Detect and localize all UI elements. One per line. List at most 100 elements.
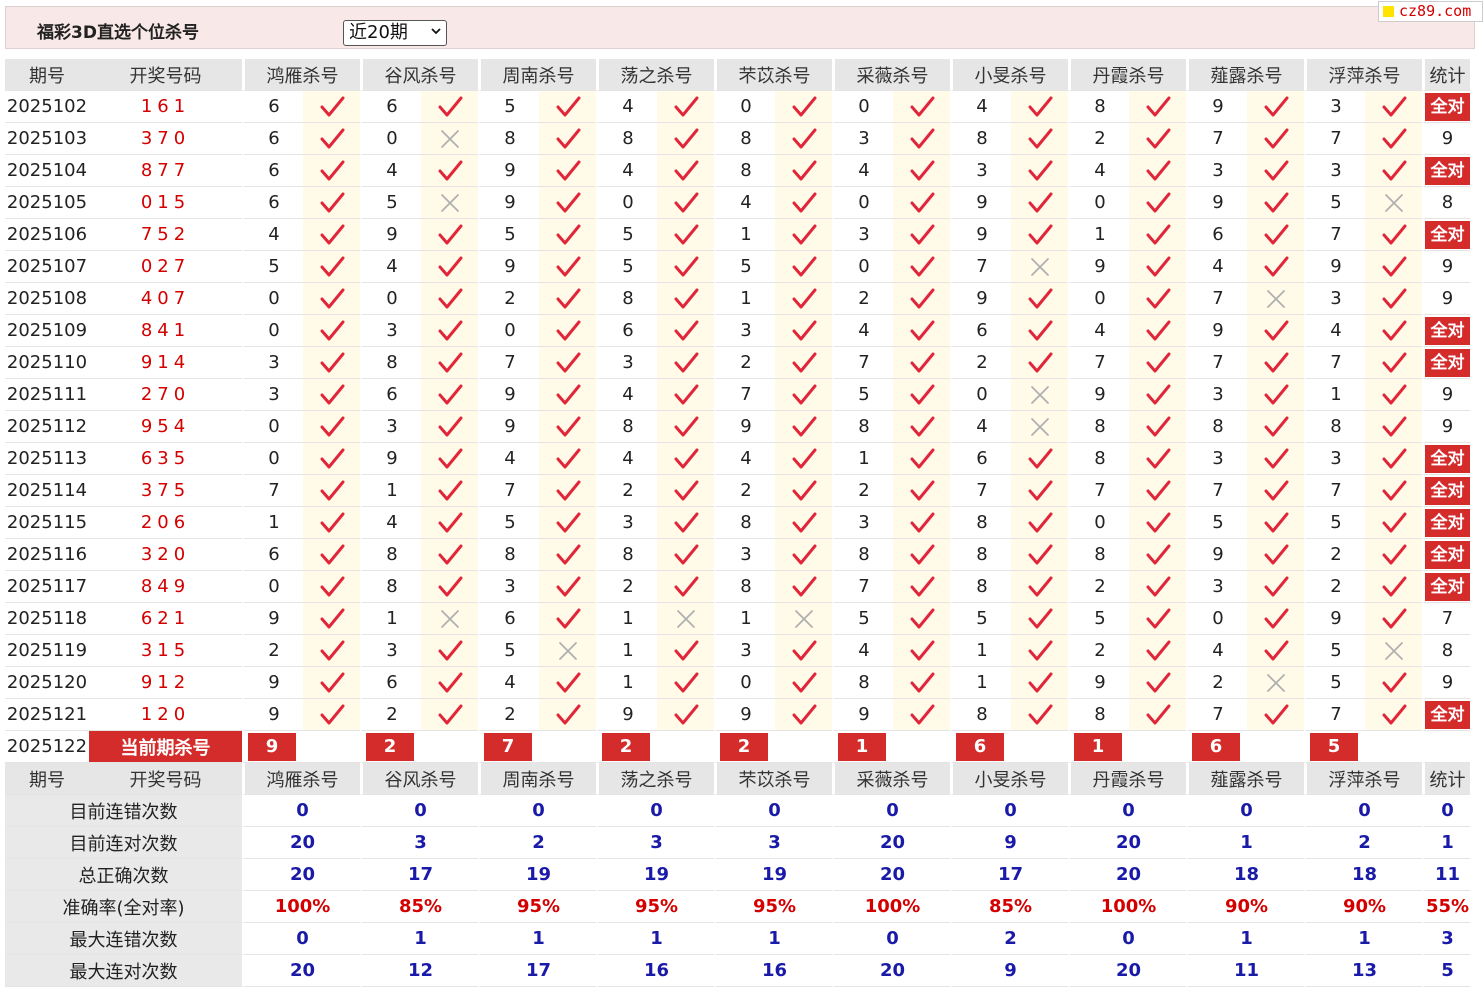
hit-mark: [539, 475, 596, 507]
site-logo[interactable]: cz89.com: [1378, 1, 1483, 22]
current-kill-badge: 6: [1192, 732, 1240, 761]
hit-mark: [657, 315, 714, 347]
all-correct-badge: 全对: [1425, 316, 1470, 345]
check-icon: [1028, 544, 1052, 564]
kill-number: 3: [950, 155, 1011, 187]
kill-number: 4: [596, 443, 657, 475]
hit-mark: [1129, 699, 1186, 731]
kill-number: 6: [950, 315, 1011, 347]
kill-number: 5: [478, 91, 539, 123]
kill-number: 6: [596, 315, 657, 347]
period-id: 2025106: [5, 219, 89, 251]
column-header: 采薇杀号: [832, 763, 950, 795]
check-icon: [792, 672, 816, 692]
check-icon: [556, 672, 580, 692]
check-icon: [438, 704, 462, 724]
hit-mark: [1011, 379, 1068, 411]
kill-number: 9: [478, 411, 539, 443]
summary-value: 9: [950, 955, 1068, 987]
check-icon: [1382, 512, 1406, 532]
summary-value: 0: [1304, 795, 1422, 827]
hit-mark: [303, 219, 360, 251]
check-icon: [1146, 416, 1170, 436]
hit-mark: [1011, 155, 1068, 187]
table-row: 2025108 407 0 0 2 8 1 2 9 0 7 3 9: [5, 283, 1470, 315]
kill-number: 4: [478, 443, 539, 475]
kill-number: 1: [360, 603, 421, 635]
hit-mark: [775, 187, 832, 219]
table-row: 2025109 841 0 3 0 6 3 4 6 4 9 4 全对: [5, 315, 1470, 347]
draw-number: 375: [89, 475, 242, 507]
hit-mark: [539, 635, 596, 667]
check-icon: [320, 96, 344, 116]
period-id: 2025115: [5, 507, 89, 539]
kill-number: 0: [242, 315, 303, 347]
check-icon: [674, 640, 698, 660]
hit-mark: [1365, 699, 1422, 731]
kill-number: 2: [596, 571, 657, 603]
kill-number: 7: [242, 475, 303, 507]
check-icon: [556, 704, 580, 724]
all-correct-badge: 全对: [1425, 348, 1470, 377]
summary-label: 目前连对次数: [5, 827, 242, 859]
cross-icon: [1030, 417, 1049, 436]
hit-mark: [421, 283, 478, 315]
check-icon: [1264, 160, 1288, 180]
hit-mark: [539, 379, 596, 411]
kill-number: 4: [832, 155, 893, 187]
kill-number: 5: [1304, 635, 1365, 667]
row-stat: 8: [1422, 635, 1470, 667]
hit-mark: [1011, 347, 1068, 379]
hit-mark: [539, 347, 596, 379]
summary-value: 20: [1068, 955, 1186, 987]
hit-mark: [775, 539, 832, 571]
kill-number: 1: [242, 507, 303, 539]
check-icon: [674, 576, 698, 596]
draw-number: 621: [89, 603, 242, 635]
hit-mark: [1365, 219, 1422, 251]
hit-mark: [1247, 219, 1304, 251]
hit-mark: [303, 91, 360, 123]
summary-value: 19: [478, 859, 596, 891]
kill-number: 7: [1304, 475, 1365, 507]
check-icon: [1028, 576, 1052, 596]
summary-stat: 0: [1422, 795, 1470, 827]
check-icon: [910, 576, 934, 596]
period-id: 2025107: [5, 251, 89, 283]
hit-mark: [421, 315, 478, 347]
check-icon: [1028, 640, 1052, 660]
check-icon: [556, 512, 580, 532]
kill-number: 3: [596, 347, 657, 379]
hit-mark: [1247, 187, 1304, 219]
kill-number: 5: [478, 635, 539, 667]
summary-label: 最大连对次数: [5, 955, 242, 987]
current-kill-badge: 7: [484, 732, 532, 761]
hit-mark: [1011, 667, 1068, 699]
table-row: 2025118 621 9 1 6 1 1 5 5 5 0 9 7: [5, 603, 1470, 635]
hit-mark: [1011, 283, 1068, 315]
kill-number: 2: [596, 475, 657, 507]
hit-mark: [893, 219, 950, 251]
column-header: 统计: [1422, 59, 1470, 91]
check-icon: [792, 544, 816, 564]
logo-square-icon: [1383, 6, 1394, 17]
hit-mark: [1011, 315, 1068, 347]
all-correct-badge: 全对: [1425, 508, 1470, 537]
summary-value: 19: [596, 859, 714, 891]
kill-number: 9: [714, 411, 775, 443]
summary-value: 95%: [714, 891, 832, 923]
kill-number: 4: [1068, 315, 1129, 347]
period-select[interactable]: 近20期: [343, 20, 447, 46]
all-correct-badge: 全对: [1425, 572, 1470, 601]
kill-number: 8: [1068, 411, 1129, 443]
cross-icon: [1266, 673, 1285, 692]
hit-mark: [539, 699, 596, 731]
summary-value: 100%: [1068, 891, 1186, 923]
check-icon: [556, 576, 580, 596]
kill-number: 3: [242, 347, 303, 379]
row-stat: 9: [1422, 379, 1470, 411]
check-icon: [1382, 96, 1406, 116]
kill-number: 6: [360, 667, 421, 699]
hit-mark: [1011, 123, 1068, 155]
hit-mark: [775, 315, 832, 347]
